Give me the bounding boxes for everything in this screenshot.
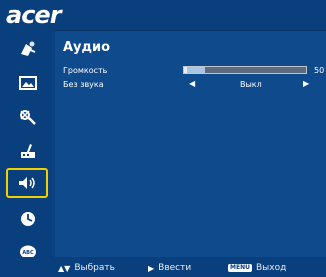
- enter-hint: ▶ Ввести: [148, 263, 191, 273]
- enter-hint-label: Ввести: [158, 263, 192, 273]
- footer-hints: ▲▼ Выбрать ▶ Ввести MENU Выход: [0, 257, 326, 277]
- image-icon: [18, 74, 38, 92]
- volume-slider-tick: [184, 67, 187, 73]
- timer-icon: [18, 210, 38, 228]
- audio-icon: [17, 174, 37, 192]
- mute-row[interactable]: Без звука ◀ Выкл ▶: [63, 78, 326, 92]
- menu-key-icon: MENU: [228, 264, 252, 272]
- left-arrow-icon[interactable]: ◀: [189, 79, 195, 88]
- sidebar: ABC: [0, 30, 55, 261]
- sidebar-item-settings[interactable]: [0, 100, 55, 134]
- mute-value: Выкл: [240, 80, 262, 89]
- volume-label: Громкость: [63, 66, 108, 75]
- svg-text:ABC: ABC: [22, 250, 34, 256]
- exit-hint-label: Выход: [255, 263, 287, 273]
- brand-logo: acer: [6, 1, 62, 29]
- exit-hint: MENU Выход: [228, 263, 286, 273]
- up-down-arrows-icon: ▲▼: [58, 263, 71, 273]
- osd-menu: acer ABC Аудио Громкость 50 Без звука ◀ …: [0, 0, 326, 277]
- sidebar-item-management[interactable]: [0, 134, 55, 168]
- color-icon: [18, 40, 38, 58]
- sidebar-item-audio[interactable]: [6, 168, 48, 198]
- enter-arrow-icon: ▶: [148, 263, 155, 273]
- mute-label: Без звука: [63, 80, 104, 89]
- management-icon: [18, 142, 38, 160]
- menu-content: Аудио Громкость 50 Без звука ◀ Выкл ▶: [55, 30, 326, 257]
- page-title: Аудио: [63, 40, 111, 55]
- settings-icon: [18, 108, 38, 126]
- right-arrow-icon[interactable]: ▶: [303, 79, 309, 88]
- volume-slider[interactable]: [183, 66, 307, 74]
- sidebar-item-image[interactable]: [0, 66, 55, 100]
- select-hint: ▲▼ Выбрать: [58, 263, 115, 273]
- volume-row[interactable]: Громкость 50: [63, 64, 326, 78]
- volume-slider-fill: [184, 67, 205, 73]
- top-bar: acer: [0, 0, 326, 31]
- select-hint-label: Выбрать: [74, 263, 115, 273]
- sidebar-item-color[interactable]: [0, 32, 55, 66]
- sidebar-item-timer[interactable]: [0, 202, 55, 236]
- volume-value: 50: [314, 66, 325, 75]
